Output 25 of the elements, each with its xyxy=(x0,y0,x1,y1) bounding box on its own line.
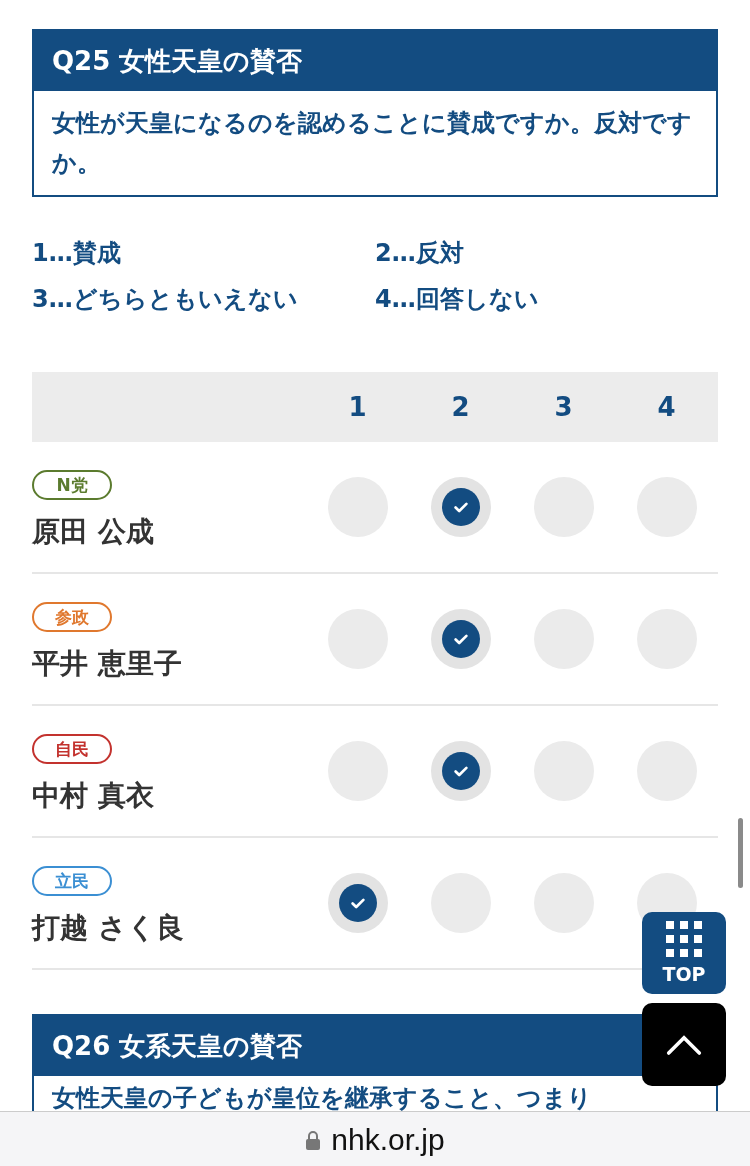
party-badge: 立民 xyxy=(32,866,112,896)
option-label: 1…賛成 xyxy=(32,238,122,269)
option-label: 4…回答しない xyxy=(375,284,540,315)
address-bar[interactable]: nhk.or.jp xyxy=(0,1111,750,1166)
column-header: 1 xyxy=(347,392,368,422)
question-text: 女性が天皇になるのを認めることに賛成ですか。反対ですか。 xyxy=(52,108,693,179)
scroll-up-button[interactable] xyxy=(642,1003,726,1086)
column-header: 2 xyxy=(450,392,471,422)
column-header: 4 xyxy=(656,392,677,422)
candidate-name: 打越 さく良 xyxy=(32,910,184,946)
option-label: 2…反対 xyxy=(375,238,465,269)
top-button[interactable]: TOP xyxy=(642,912,726,994)
party-badge: 自民 xyxy=(32,734,112,764)
question-title: Q25 女性天皇の賛否 xyxy=(34,31,716,91)
party-badge: 参政 xyxy=(32,602,112,632)
candidate-name: 平井 恵里子 xyxy=(32,646,182,682)
question-text: 女性天皇の子どもが皇位を継承すること、つまり xyxy=(52,1083,593,1114)
party-badge: N党 xyxy=(32,470,112,500)
chevron-up-icon xyxy=(666,1033,702,1056)
lock-icon xyxy=(305,1129,322,1150)
column-header: 3 xyxy=(553,392,574,422)
option-label: 3…どちらともいえない xyxy=(32,284,299,315)
candidate-name: 中村 真衣 xyxy=(32,778,154,814)
candidate-name: 原田 公成 xyxy=(32,514,154,550)
grid-icon xyxy=(666,921,702,957)
